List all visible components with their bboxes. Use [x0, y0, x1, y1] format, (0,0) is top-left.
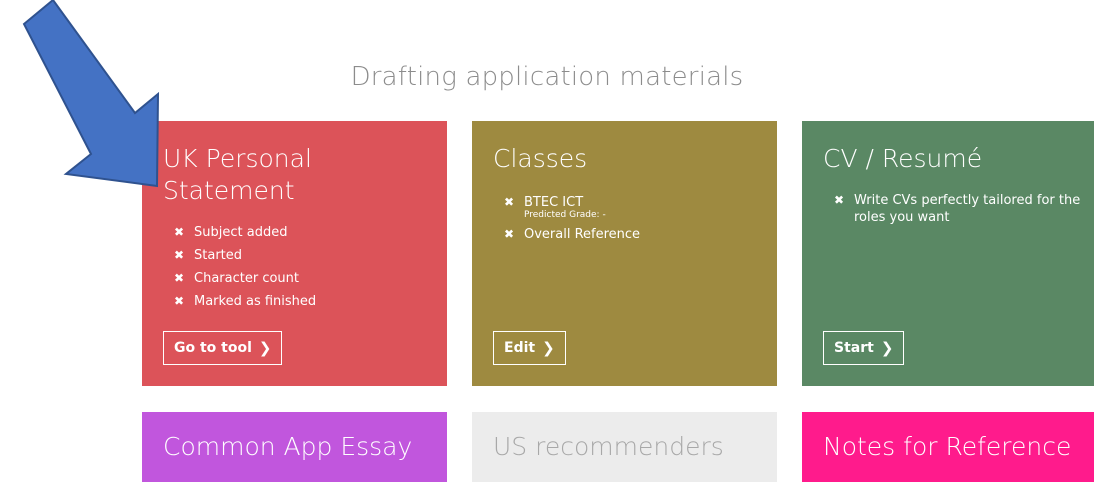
class-list: ✖ BTEC ICT Predicted Grade: - ✖ Overall R… — [504, 194, 640, 249]
button-label: Go to tool — [174, 340, 252, 356]
classes-card: Classes ✖ BTEC ICT Predicted Grade: - ✖ O… — [472, 121, 777, 386]
x-icon: ✖ — [834, 193, 845, 207]
edit-button[interactable]: Edit ❯ — [493, 331, 566, 365]
chevron-right-icon: ❯ — [880, 339, 894, 357]
list-item: ✖ Write CVs perfectly tailored for the ro… — [834, 193, 1081, 225]
arrow-shape — [22, 0, 160, 188]
feature-list: ✖ Write CVs perfectly tailored for the ro… — [834, 192, 1094, 232]
card-title: Notes for Reference — [823, 432, 1072, 461]
x-icon: ✖ — [504, 195, 515, 209]
x-icon: ✖ — [174, 271, 185, 285]
chevron-right-icon: ❯ — [542, 339, 555, 357]
start-button[interactable]: Start ❯ — [823, 331, 905, 365]
card-title: CV / Resumé — [823, 144, 983, 173]
common-app-essay-card[interactable]: Common App Essay — [142, 412, 447, 482]
card-title: Classes — [493, 144, 588, 173]
x-icon: ✖ — [174, 294, 185, 308]
us-recommenders-card[interactable]: US recommenders — [472, 412, 777, 482]
notes-for-reference-card[interactable]: Notes for Reference — [802, 412, 1094, 482]
list-item: ✖ Subject added — [174, 225, 288, 240]
x-icon: ✖ — [174, 225, 185, 239]
card-title: US recommenders — [493, 432, 724, 461]
predicted-grade: Predicted Grade: - — [524, 210, 606, 220]
button-label: Start — [834, 340, 874, 356]
list-item: ✖ Overall Reference — [504, 227, 641, 242]
pointer-arrow-icon — [22, 0, 160, 188]
chevron-right-icon: ❯ — [258, 339, 272, 357]
list-item: ✖ Character count — [174, 271, 299, 286]
status-list: ✖ Subject added ✖ Started ✖ Character count… — [174, 224, 316, 316]
list-item: ✖ BTEC ICT Predicted Grade: - — [504, 194, 640, 220]
card-title: Common App Essay — [163, 432, 413, 461]
button-label: Edit — [504, 340, 536, 356]
cv-resume-card: CV / Resumé ✖ Write CVs perfectly tailore… — [802, 121, 1094, 386]
list-item: ✖ Started — [174, 248, 243, 263]
list-item: ✖ Marked as finished — [174, 294, 317, 309]
go-to-tool-button[interactable]: Go to tool ❯ — [163, 331, 283, 365]
x-icon: ✖ — [174, 248, 185, 262]
x-icon: ✖ — [504, 227, 515, 241]
